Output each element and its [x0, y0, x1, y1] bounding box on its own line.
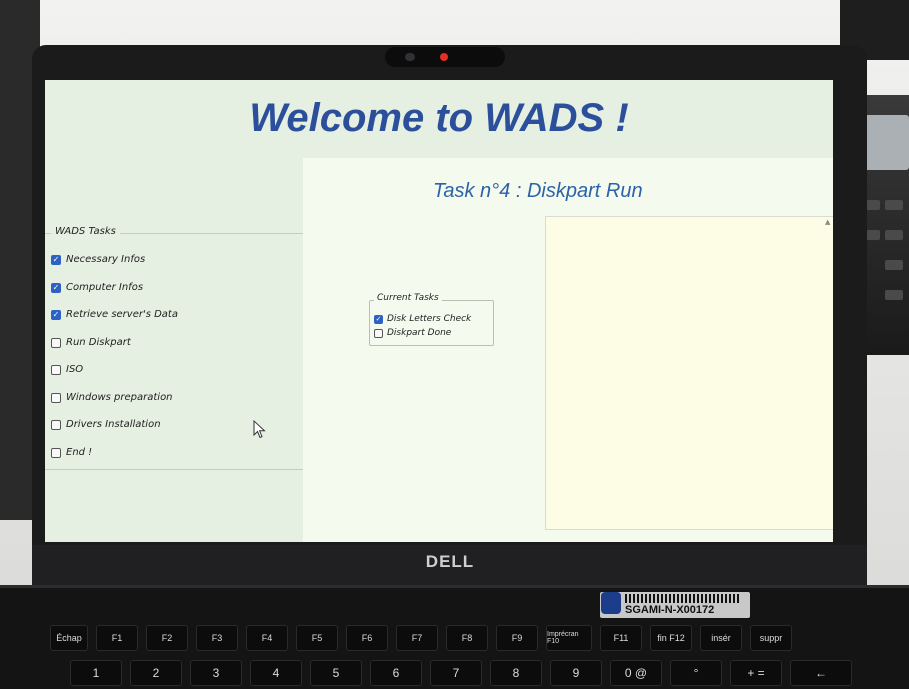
- webcam-lens: [405, 53, 415, 61]
- task-label: Drivers Installation: [66, 419, 161, 430]
- key[interactable]: 8: [490, 660, 542, 686]
- key[interactable]: F7: [396, 625, 438, 651]
- checkbox[interactable]: [51, 392, 61, 403]
- task-label: Necessary Infos: [66, 254, 146, 265]
- task-drivers-installation[interactable]: Drivers Installation: [51, 419, 161, 430]
- phone-key: [885, 290, 903, 300]
- task-necessary-infos[interactable]: ✓ Necessary Infos: [51, 254, 145, 265]
- dell-logo: DELL: [425, 552, 475, 571]
- key[interactable]: F11: [600, 625, 642, 651]
- function-key-row: Échap F1 F2 F3 F4 F5 F6 F7 F8 F9 Imprécr…: [50, 625, 792, 651]
- number-key-row: 1 2 3 4 5 6 7 8 9 0 @ ° + = ←: [70, 660, 852, 686]
- app-window: Welcome to WADS ! WADS Tasks ✓ Necessary …: [45, 80, 833, 542]
- key[interactable]: F3: [196, 625, 238, 651]
- checkbox[interactable]: ✓: [374, 314, 383, 324]
- task-iso[interactable]: ISO: [51, 364, 83, 375]
- page-title: Welcome to WADS !: [249, 96, 629, 140]
- current-tasks-group: Current Tasks ✓ Disk Letters Check Diskpa…: [369, 293, 494, 346]
- key[interactable]: 1: [70, 660, 122, 686]
- key[interactable]: 7: [430, 660, 482, 686]
- log-output-area[interactable]: ▲: [545, 216, 833, 530]
- key[interactable]: 0 @: [610, 660, 662, 686]
- task-label: Computer Infos: [66, 282, 144, 293]
- checkbox[interactable]: [51, 337, 61, 348]
- checkbox[interactable]: [51, 364, 61, 375]
- key[interactable]: Imprécran F10: [546, 625, 592, 651]
- phone-key: [885, 230, 903, 240]
- key[interactable]: fin F12: [650, 625, 692, 651]
- task-label: Retrieve server's Data: [66, 309, 178, 320]
- checkbox[interactable]: ✓: [51, 282, 61, 293]
- key[interactable]: 3: [190, 660, 242, 686]
- task-label: Windows preparation: [66, 392, 173, 403]
- task-windows-preparation[interactable]: Windows preparation: [51, 392, 173, 403]
- task-run-diskpart[interactable]: Run Diskpart: [51, 337, 131, 348]
- task-label: End !: [66, 447, 93, 458]
- webcam-led: [440, 53, 448, 61]
- task-label: Run Diskpart: [66, 337, 131, 348]
- current-task-label: Diskpart Done: [387, 328, 452, 338]
- key[interactable]: F9: [496, 625, 538, 651]
- checkbox[interactable]: ✓: [51, 254, 61, 265]
- current-task-disk-letters[interactable]: ✓ Disk Letters Check: [374, 314, 471, 324]
- wads-tasks-legend: WADS Tasks: [51, 226, 120, 237]
- key[interactable]: F2: [146, 625, 188, 651]
- key[interactable]: 2: [130, 660, 182, 686]
- scroll-up-icon[interactable]: ▲: [825, 219, 831, 226]
- task-computer-infos[interactable]: ✓ Computer Infos: [51, 282, 143, 293]
- key[interactable]: + =: [730, 660, 782, 686]
- checkbox[interactable]: [374, 328, 383, 338]
- key[interactable]: F5: [296, 625, 338, 651]
- barcode-icon: [625, 594, 740, 603]
- mouse-cursor-icon: [253, 420, 266, 439]
- key[interactable]: 9: [550, 660, 602, 686]
- key[interactable]: F4: [246, 625, 288, 651]
- task-retrieve-data[interactable]: ✓ Retrieve server's Data: [51, 309, 178, 320]
- checkbox[interactable]: [51, 419, 61, 430]
- key[interactable]: 4: [250, 660, 302, 686]
- key[interactable]: Échap: [50, 625, 88, 651]
- key[interactable]: F8: [446, 625, 488, 651]
- task-title: Task n°4 : Diskpart Run: [433, 180, 643, 202]
- phone-key: [885, 260, 903, 270]
- key[interactable]: °: [670, 660, 722, 686]
- current-tasks-legend: Current Tasks: [374, 293, 442, 303]
- main-panel: Task n°4 : Diskpart Run Current Tasks ✓ D…: [303, 158, 833, 542]
- key[interactable]: suppr: [750, 625, 792, 651]
- current-task-diskpart-done[interactable]: Diskpart Done: [374, 328, 451, 338]
- checkbox[interactable]: [51, 447, 61, 458]
- key[interactable]: insér: [700, 625, 742, 651]
- key[interactable]: ←: [790, 660, 852, 686]
- task-end[interactable]: End !: [51, 447, 92, 458]
- badge-icon: [601, 592, 621, 614]
- phone-key: [885, 200, 903, 210]
- key[interactable]: F1: [96, 625, 138, 651]
- key[interactable]: 6: [370, 660, 422, 686]
- key[interactable]: F6: [346, 625, 388, 651]
- checkbox[interactable]: ✓: [51, 309, 61, 320]
- key[interactable]: 5: [310, 660, 362, 686]
- task-label: ISO: [66, 364, 84, 375]
- current-task-label: Disk Letters Check: [387, 314, 472, 324]
- asset-tag: SGAMI-N-X00172: [625, 604, 715, 616]
